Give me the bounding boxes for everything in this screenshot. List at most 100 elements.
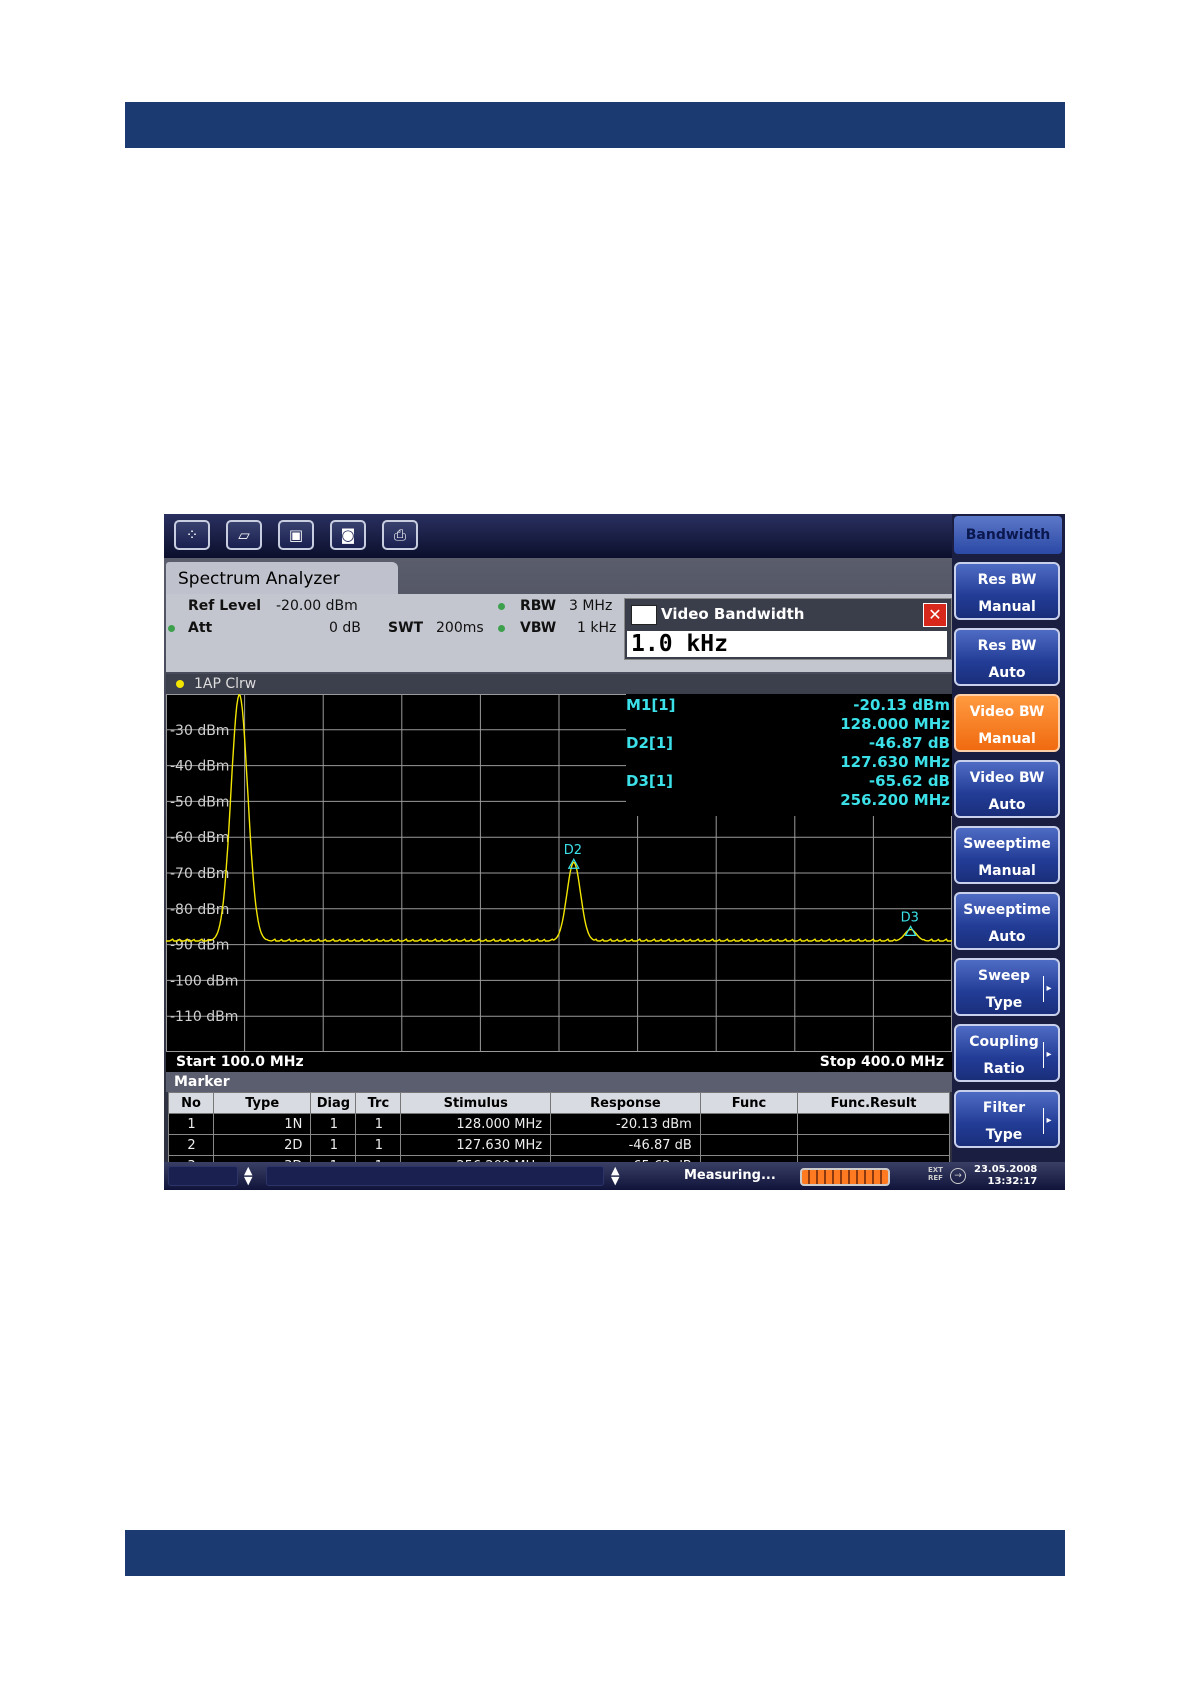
app-tab[interactable]: Spectrum Analyzer — [166, 562, 398, 596]
trace-label: 1AP Clrw — [194, 676, 257, 692]
status-bar: ▲ ▼ ▲ ▼ Measuring... EXT REF → 23.05.2008 … — [164, 1162, 1065, 1190]
softkey-label-line1: Res BW — [977, 572, 1037, 588]
softkey-video-bw-manual[interactable]: Video BW Manual — [954, 694, 1060, 752]
table-cell: -20.13 dBm — [550, 1113, 701, 1135]
softkey-label-line1: Sweeptime — [963, 836, 1051, 852]
status-field-center[interactable] — [266, 1166, 604, 1186]
table-cell — [699, 1134, 799, 1156]
column-header: Func.Result — [797, 1092, 950, 1114]
table-cell: 1 — [355, 1113, 402, 1135]
marker-info-frequency: 127.630 MHz — [840, 753, 950, 771]
footer-band — [125, 1530, 1065, 1576]
att-label: Att — [188, 620, 213, 636]
screenshot-icon[interactable]: ◙ — [330, 520, 366, 550]
y-axis-label: -30 dBm — [170, 723, 229, 739]
table-cell — [797, 1113, 950, 1135]
close-icon[interactable]: ✕ — [923, 603, 947, 627]
column-header: Stimulus — [400, 1092, 552, 1114]
column-header: No — [167, 1092, 215, 1114]
save-icon[interactable]: ▣ — [278, 520, 314, 550]
trace-indicator-icon — [176, 680, 184, 688]
table-cell — [797, 1134, 950, 1156]
softkey-res-bw-manual[interactable]: Res BW Manual — [954, 562, 1060, 620]
analyzer-screen: ⁘ ▱ ▣ ◙ ⎙ Spectrum Analyzer Ref Level -2… — [164, 514, 1065, 1190]
submenu-arrow-icon: ▸ — [1043, 1042, 1054, 1068]
video-bandwidth-dialog: Video Bandwidth ✕ 1.0 kHz — [624, 598, 952, 660]
column-header: Response — [550, 1092, 701, 1114]
table-cell: 127.630 MHz — [400, 1134, 552, 1156]
softkey-coupling-ratio[interactable]: Coupling Ratio ▸ — [954, 1024, 1060, 1082]
rbw-indicator-icon — [498, 598, 505, 614]
marker-info-value: -20.13 dBm — [853, 696, 950, 714]
open-icon[interactable]: ▱ — [226, 520, 262, 550]
softkey-filter-type[interactable]: Filter Type ▸ — [954, 1090, 1060, 1148]
marker-info-name: M1[1] — [626, 696, 676, 714]
softkey-label-line1: Sweeptime — [963, 902, 1051, 918]
softkey-label-line2: Manual — [978, 731, 1036, 747]
video-bandwidth-input[interactable]: 1.0 kHz — [627, 631, 947, 657]
softkey-menu-title: Bandwidth — [954, 516, 1062, 554]
marker-table-title: Marker — [166, 1072, 952, 1092]
rbw-value: 3 MHz — [569, 598, 613, 614]
marker-icon[interactable]: ⁘ — [174, 520, 210, 550]
swt-label: SWT — [388, 620, 424, 636]
y-axis-label: -60 dBm — [170, 830, 229, 846]
spin-arrows-icon[interactable]: ▲ ▼ — [244, 1165, 252, 1186]
softkey-label-line1: Sweep — [977, 968, 1031, 984]
marker-info-frequency: 128.000 MHz — [840, 715, 950, 733]
vbw-value: 1 kHz — [577, 620, 617, 636]
marker-info-name: D3[1] — [626, 772, 674, 790]
marker-info-name: D2[1] — [626, 734, 674, 752]
status-field-left[interactable] — [168, 1166, 238, 1186]
submenu-arrow-icon: ▸ — [1043, 976, 1054, 1002]
table-cell — [699, 1113, 799, 1135]
att-value: 0 dB — [329, 620, 361, 636]
column-header: Type — [213, 1092, 312, 1114]
softkey-video-bw-auto[interactable]: Video BW Auto — [954, 760, 1060, 818]
column-header: Func — [699, 1092, 799, 1114]
table-cell: 1 — [355, 1134, 402, 1156]
trace-header: 1AP Clrw — [166, 674, 952, 694]
column-header: Diag — [310, 1092, 357, 1114]
softkey-sweeptime-auto[interactable]: Sweeptime Auto — [954, 892, 1060, 950]
delta-marker-label: D3 — [901, 910, 919, 925]
y-axis-label: -80 dBm — [170, 902, 229, 918]
att-indicator-icon — [168, 620, 175, 636]
softkey-sweeptime-manual[interactable]: Sweeptime Manual — [954, 826, 1060, 884]
softkey-res-bw-auto[interactable]: Res BW Auto — [954, 628, 1060, 686]
softkey-label-line2: Type — [985, 995, 1023, 1011]
softkey-label-line1: Coupling — [969, 1034, 1039, 1050]
spin-arrows-icon[interactable]: ▲ ▼ — [611, 1165, 619, 1186]
table-row[interactable]: 1 1N 1 1 128.000 MHz -20.13 dBm — [167, 1113, 950, 1135]
marker-info-frequency: 256.200 MHz — [840, 791, 950, 809]
header-band — [125, 102, 1065, 148]
print-icon[interactable]: ⎙ — [382, 520, 418, 550]
spectrum-plot[interactable]: -30 dBm -40 dBm -50 dBm -60 dBm -70 dBm -80 d… — [166, 694, 952, 1052]
softkey-sweep-type[interactable]: Sweep Type ▸ — [954, 958, 1060, 1016]
column-header: Trc — [355, 1092, 402, 1114]
y-axis-label: -40 dBm — [170, 759, 229, 775]
datetime: 23.05.2008 13:32:17 — [974, 1164, 1037, 1188]
vbw-label: VBW — [520, 620, 557, 636]
softkey-label-line1: Filter — [982, 1100, 1026, 1116]
softkey-label-line2: Auto — [988, 797, 1026, 813]
softkey-label-line2: Auto — [988, 929, 1026, 945]
table-cell: 1N — [213, 1113, 312, 1135]
table-cell: 128.000 MHz — [400, 1113, 552, 1135]
softkey-label-line1: Res BW — [977, 638, 1037, 654]
ref-level-value: -20.00 dBm — [276, 598, 358, 614]
delta-marker-2 — [567, 857, 580, 869]
submenu-arrow-icon: ▸ — [1043, 1108, 1054, 1134]
ref-label: REF — [928, 1174, 943, 1182]
marker-info-value: -46.87 dB — [868, 734, 950, 752]
y-axis-label: -110 dBm — [170, 1009, 238, 1025]
softkey-label-line2: Manual — [978, 863, 1036, 879]
table-row[interactable]: 2 2D 1 1 127.630 MHz -46.87 dB — [167, 1134, 950, 1156]
date-text: 23.05.2008 — [974, 1164, 1038, 1175]
vbw-indicator-icon — [498, 620, 505, 636]
softkey-label-line1: Video BW — [969, 704, 1045, 720]
softkey-label-line2: Auto — [988, 665, 1026, 681]
swt-value: 200ms — [436, 620, 484, 636]
toolbar: ⁘ ▱ ▣ ◙ ⎙ — [164, 514, 952, 558]
measuring-status: Measuring... — [684, 1168, 776, 1183]
